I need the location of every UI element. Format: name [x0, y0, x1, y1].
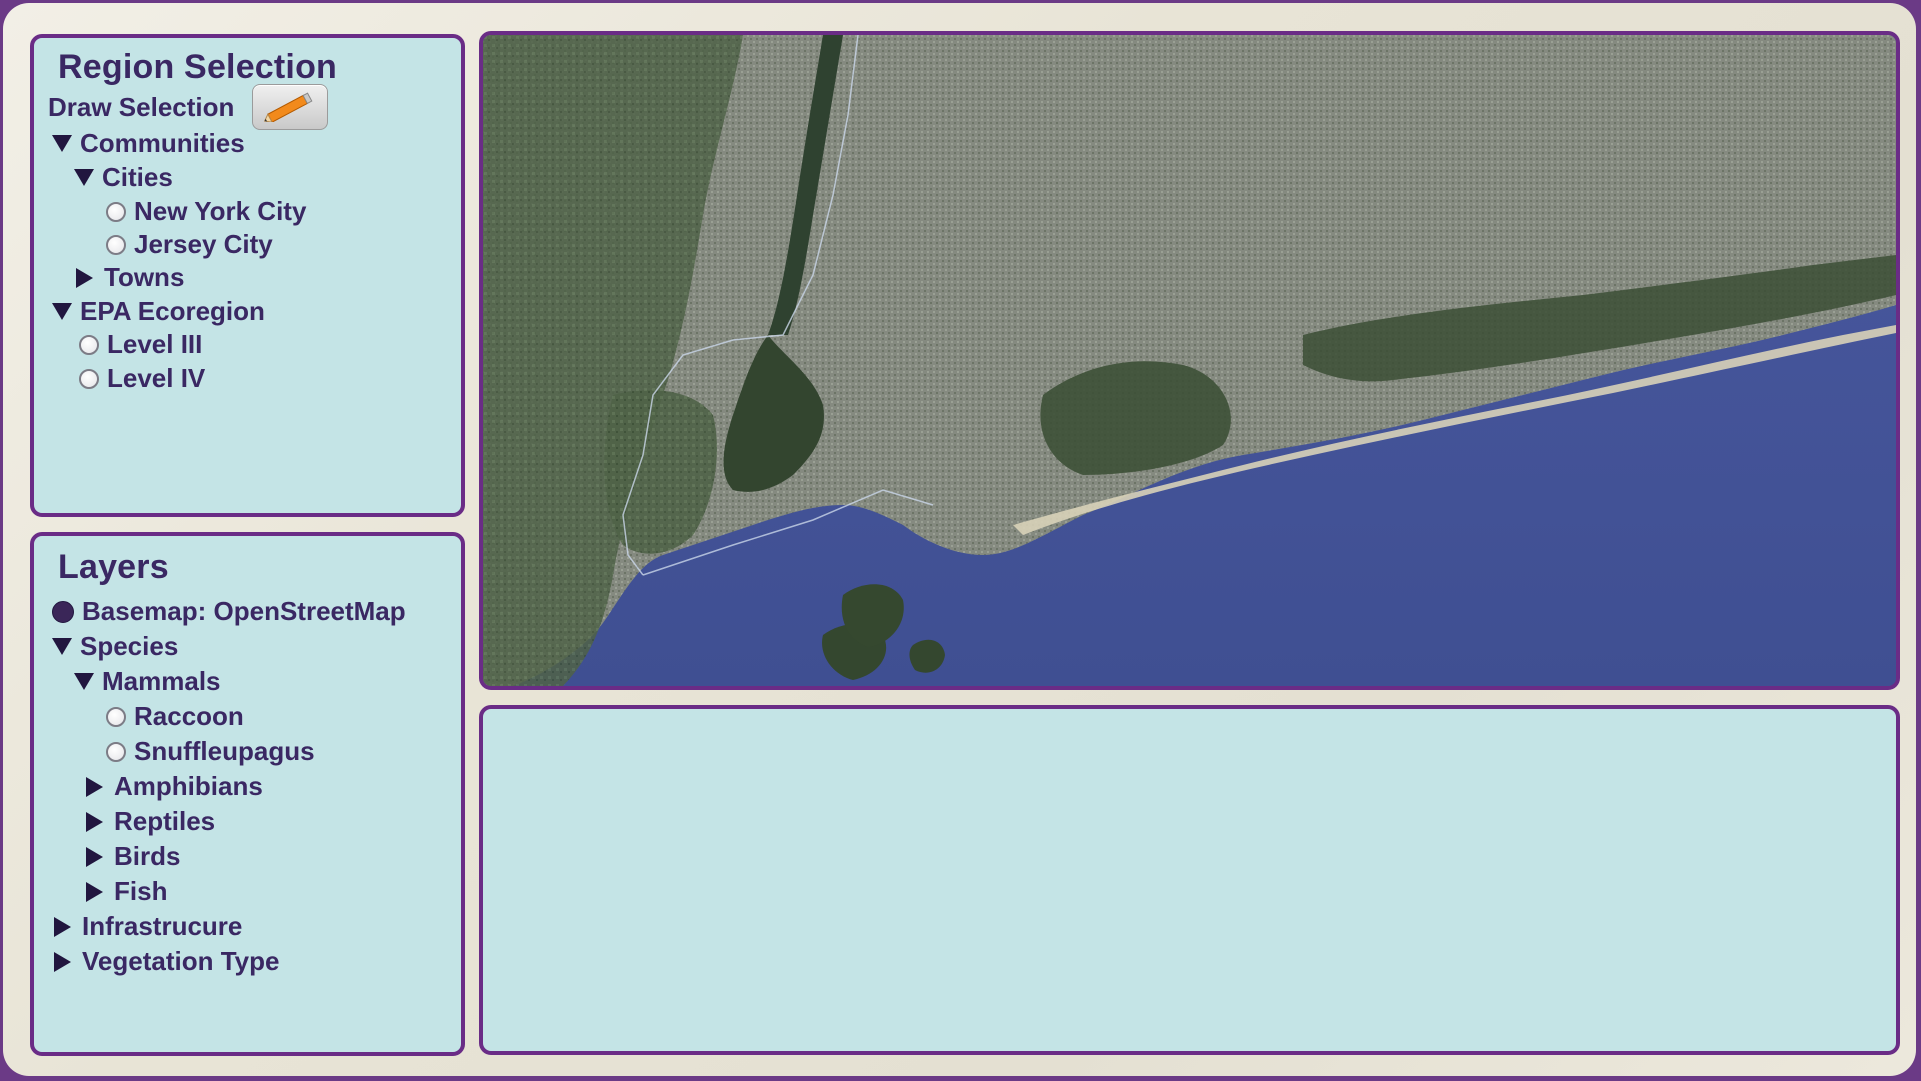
draw-selection-row: Draw Selection [48, 84, 329, 130]
tree-label: Infrastrucure [82, 911, 243, 941]
option-label: Raccoon [134, 701, 244, 731]
radio-button-selected[interactable] [52, 600, 74, 623]
tree-infrastructure[interactable]: Infrastrucure [54, 911, 242, 942]
expand-right-icon [86, 881, 103, 902]
radio-button[interactable] [106, 234, 126, 255]
option-level-iv[interactable]: Level IV [79, 363, 205, 394]
tree-label: Towns [104, 262, 185, 292]
region-selection-title: Region Selection [58, 48, 338, 86]
tree-amphibians[interactable]: Amphibians [86, 771, 263, 802]
tree-label: Mammals [102, 666, 221, 696]
tree-fish[interactable]: Fish [86, 876, 167, 907]
radio-button[interactable] [106, 201, 126, 222]
expand-right-icon [86, 776, 103, 797]
radio-button[interactable] [106, 706, 126, 727]
tree-birds[interactable]: Birds [86, 841, 180, 872]
expand-right-icon [76, 267, 93, 288]
tree-label: Communities [80, 128, 245, 158]
tree-cities[interactable]: Cities [74, 162, 173, 193]
draw-selection-button[interactable] [252, 84, 329, 130]
tree-label: EPA Ecoregion [80, 296, 265, 326]
option-new-york-city[interactable]: New York City [106, 196, 306, 227]
radio-button[interactable] [79, 368, 99, 389]
layers-title: Layers [58, 548, 169, 586]
option-basemap[interactable]: Basemap: OpenStreetMap [52, 596, 406, 627]
tree-label: Fish [114, 876, 168, 906]
expand-right-icon [86, 846, 103, 867]
option-label: Snuffleupagus [134, 736, 315, 766]
expand-down-icon [52, 303, 72, 320]
tree-label: Reptiles [114, 806, 216, 836]
tree-reptiles[interactable]: Reptiles [86, 806, 215, 837]
expand-right-icon [86, 811, 103, 832]
expand-down-icon [52, 638, 72, 655]
option-jersey-city[interactable]: Jersey City [106, 229, 273, 260]
tree-towns[interactable]: Towns [76, 262, 184, 293]
tree-label: Species [80, 631, 179, 661]
expand-right-icon [54, 916, 71, 937]
tree-species[interactable]: Species [52, 631, 178, 662]
radio-button[interactable] [79, 334, 99, 355]
tree-epa-ecoregion[interactable]: EPA Ecoregion [52, 296, 265, 327]
option-raccoon[interactable]: Raccoon [106, 701, 244, 732]
region-selection-panel: Region Selection Draw Selection Communit… [30, 34, 465, 517]
app-frame: Region Selection Draw Selection Communit… [3, 3, 1916, 1076]
tree-mammals[interactable]: Mammals [74, 666, 221, 697]
option-label: Basemap: OpenStreetMap [82, 596, 406, 626]
tree-communities[interactable]: Communities [52, 128, 245, 159]
map-view[interactable] [479, 31, 1900, 690]
option-level-iii[interactable]: Level III [79, 329, 202, 360]
option-label: Jersey City [134, 229, 273, 259]
info-panel [479, 705, 1900, 1055]
tree-label: Amphibians [114, 771, 263, 801]
expand-down-icon [52, 135, 72, 152]
expand-down-icon [74, 169, 94, 186]
satellite-map[interactable] [483, 35, 1896, 686]
option-label: New York City [134, 196, 307, 226]
tree-label: Cities [102, 162, 173, 192]
tree-label: Vegetation Type [82, 946, 280, 976]
expand-down-icon [74, 673, 94, 690]
option-label: Level III [107, 329, 203, 359]
pencil-icon [264, 92, 313, 122]
tree-vegetation-type[interactable]: Vegetation Type [54, 946, 279, 977]
draw-selection-label: Draw Selection [48, 91, 235, 122]
layers-panel: Layers Basemap: OpenStreetMap Species Ma… [30, 532, 465, 1056]
tree-label: Birds [114, 841, 181, 871]
option-snuffleupagus[interactable]: Snuffleupagus [106, 736, 315, 767]
radio-button[interactable] [106, 741, 126, 762]
expand-right-icon [54, 951, 71, 972]
option-label: Level IV [107, 363, 206, 393]
